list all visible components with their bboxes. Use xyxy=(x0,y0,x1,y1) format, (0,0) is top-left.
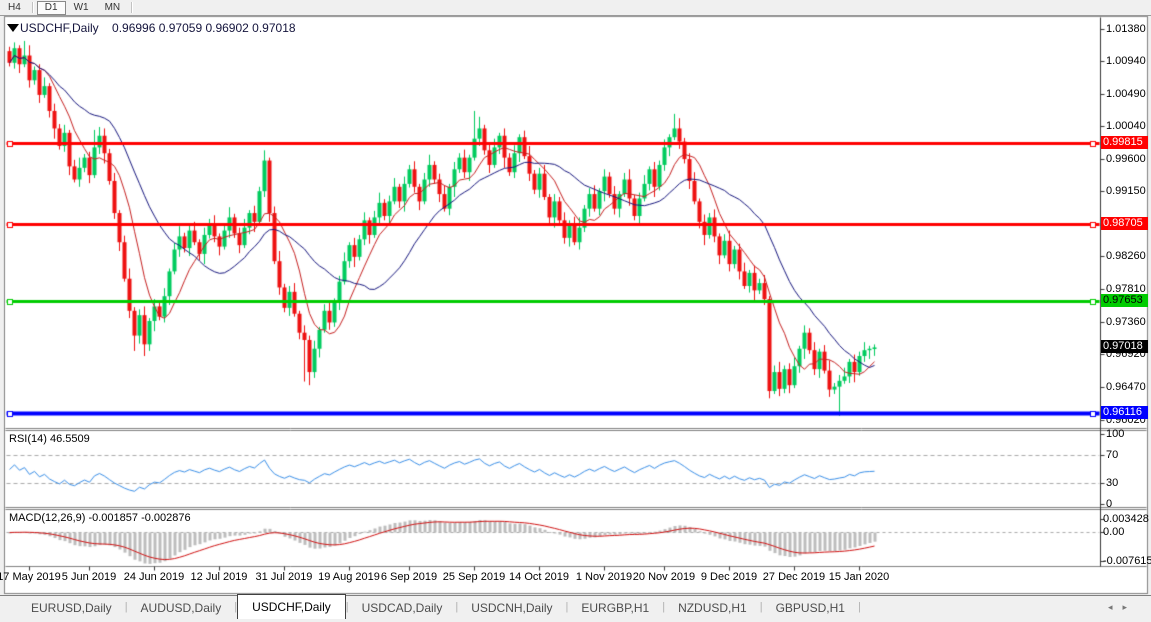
tab-nzdusd-h1[interactable]: NZDUSD,H1 xyxy=(665,597,760,618)
price-tick-label: 1.01380 xyxy=(1106,23,1146,35)
rsi-indicator-label: RSI(14) 46.5509 xyxy=(9,433,90,445)
date-label: 14 Oct 2019 xyxy=(504,571,574,583)
tab-usdchf-daily[interactable]: USDCHF,Daily xyxy=(237,594,346,619)
timeframe-toolbar: H4 D1W1MN xyxy=(0,0,1151,16)
tab-usdcad-daily[interactable]: USDCAD,Daily xyxy=(349,597,456,618)
tab-arrows: ◂▸ xyxy=(1108,602,1137,613)
date-label: 5 Jun 2019 xyxy=(54,571,124,583)
timeframe-button-w1[interactable]: W1 xyxy=(66,1,97,14)
toolbar-separator xyxy=(131,2,133,13)
price-tick-label: 0.96470 xyxy=(1106,381,1146,393)
timeframe-button-h4[interactable]: H4 xyxy=(0,1,29,14)
symbol-marker-icon xyxy=(7,24,19,32)
date-label: 20 Nov 2019 xyxy=(629,571,699,583)
chart-title: USDCHF,Daily 0.96996 0.97059 0.96902 0.9… xyxy=(20,21,296,35)
price-level-badge: 0.99815 xyxy=(1101,136,1148,149)
metatrader-window: { "toolbar": { "buttons": [ {"label": "H… xyxy=(0,0,1151,621)
price-tick-label: 1.00940 xyxy=(1106,55,1146,67)
tabs-scroll-left-icon[interactable]: ◂ xyxy=(1108,602,1123,612)
rsi-tick-label: 30 xyxy=(1106,477,1118,489)
chart-symbol-label: USDCHF,Daily xyxy=(20,21,99,35)
date-label: 15 Jan 2020 xyxy=(824,571,894,583)
toolbar-separator xyxy=(32,2,34,13)
chart-ohlc-values: 0.96996 0.97059 0.96902 0.97018 xyxy=(112,21,296,35)
price-level-badge: 0.97018 xyxy=(1101,340,1148,353)
date-label: 25 Sep 2019 xyxy=(439,571,509,583)
date-label: 31 Jul 2019 xyxy=(249,571,319,583)
rsi-tick-label: 70 xyxy=(1106,449,1118,461)
price-tick-label: 0.98260 xyxy=(1106,250,1146,262)
price-level-badge: 0.98705 xyxy=(1101,217,1148,230)
price-tick-label: 0.99600 xyxy=(1106,153,1146,165)
date-label: 9 Dec 2019 xyxy=(694,571,764,583)
tab-separator: | xyxy=(858,601,861,613)
rsi-tick-label: 0 xyxy=(1106,498,1112,510)
rsi-tick-label: 100 xyxy=(1106,428,1124,440)
date-label: 27 Dec 2019 xyxy=(759,571,829,583)
price-tick-label: 0.99150 xyxy=(1106,185,1146,197)
tab-usdcnh-daily[interactable]: USDCNH,Daily xyxy=(458,597,565,618)
price-level-badge: 0.97653 xyxy=(1101,294,1148,307)
price-level-badge: 0.96116 xyxy=(1101,406,1148,419)
tab-eurusd-daily[interactable]: EURUSD,Daily xyxy=(18,597,125,618)
date-label: 24 Jun 2019 xyxy=(119,571,189,583)
macd-tick-label: 0.00 xyxy=(1103,526,1124,538)
date-label: 6 Sep 2019 xyxy=(374,571,444,583)
timeframe-button-d1[interactable]: D1 xyxy=(37,1,66,15)
tab-audusd-daily[interactable]: AUDUSD,Daily xyxy=(128,597,235,618)
chart-tab-bar: EURUSD,Daily|AUDUSD,Daily|USDCHF,Daily|U… xyxy=(0,595,1151,622)
timeframe-button-mn[interactable]: MN xyxy=(97,1,129,14)
price-tick-label: 1.00490 xyxy=(1106,88,1146,100)
macd-tick-label: 0.003428 xyxy=(1103,513,1149,525)
chart-canvas[interactable] xyxy=(0,0,1151,621)
macd-tick-label: -0.007615 xyxy=(1103,555,1151,567)
tab-gbpusd-h1[interactable]: GBPUSD,H1 xyxy=(763,597,858,618)
price-tick-label: 0.97360 xyxy=(1106,316,1146,328)
date-label: 12 Jul 2019 xyxy=(184,571,254,583)
price-tick-label: 1.00040 xyxy=(1106,120,1146,132)
tab-eurgbp-h1[interactable]: EURGBP,H1 xyxy=(568,597,662,618)
macd-indicator-label: MACD(12,26,9) -0.001857 -0.002876 xyxy=(9,512,191,524)
tabs-scroll-right-icon[interactable]: ▸ xyxy=(1122,602,1137,612)
